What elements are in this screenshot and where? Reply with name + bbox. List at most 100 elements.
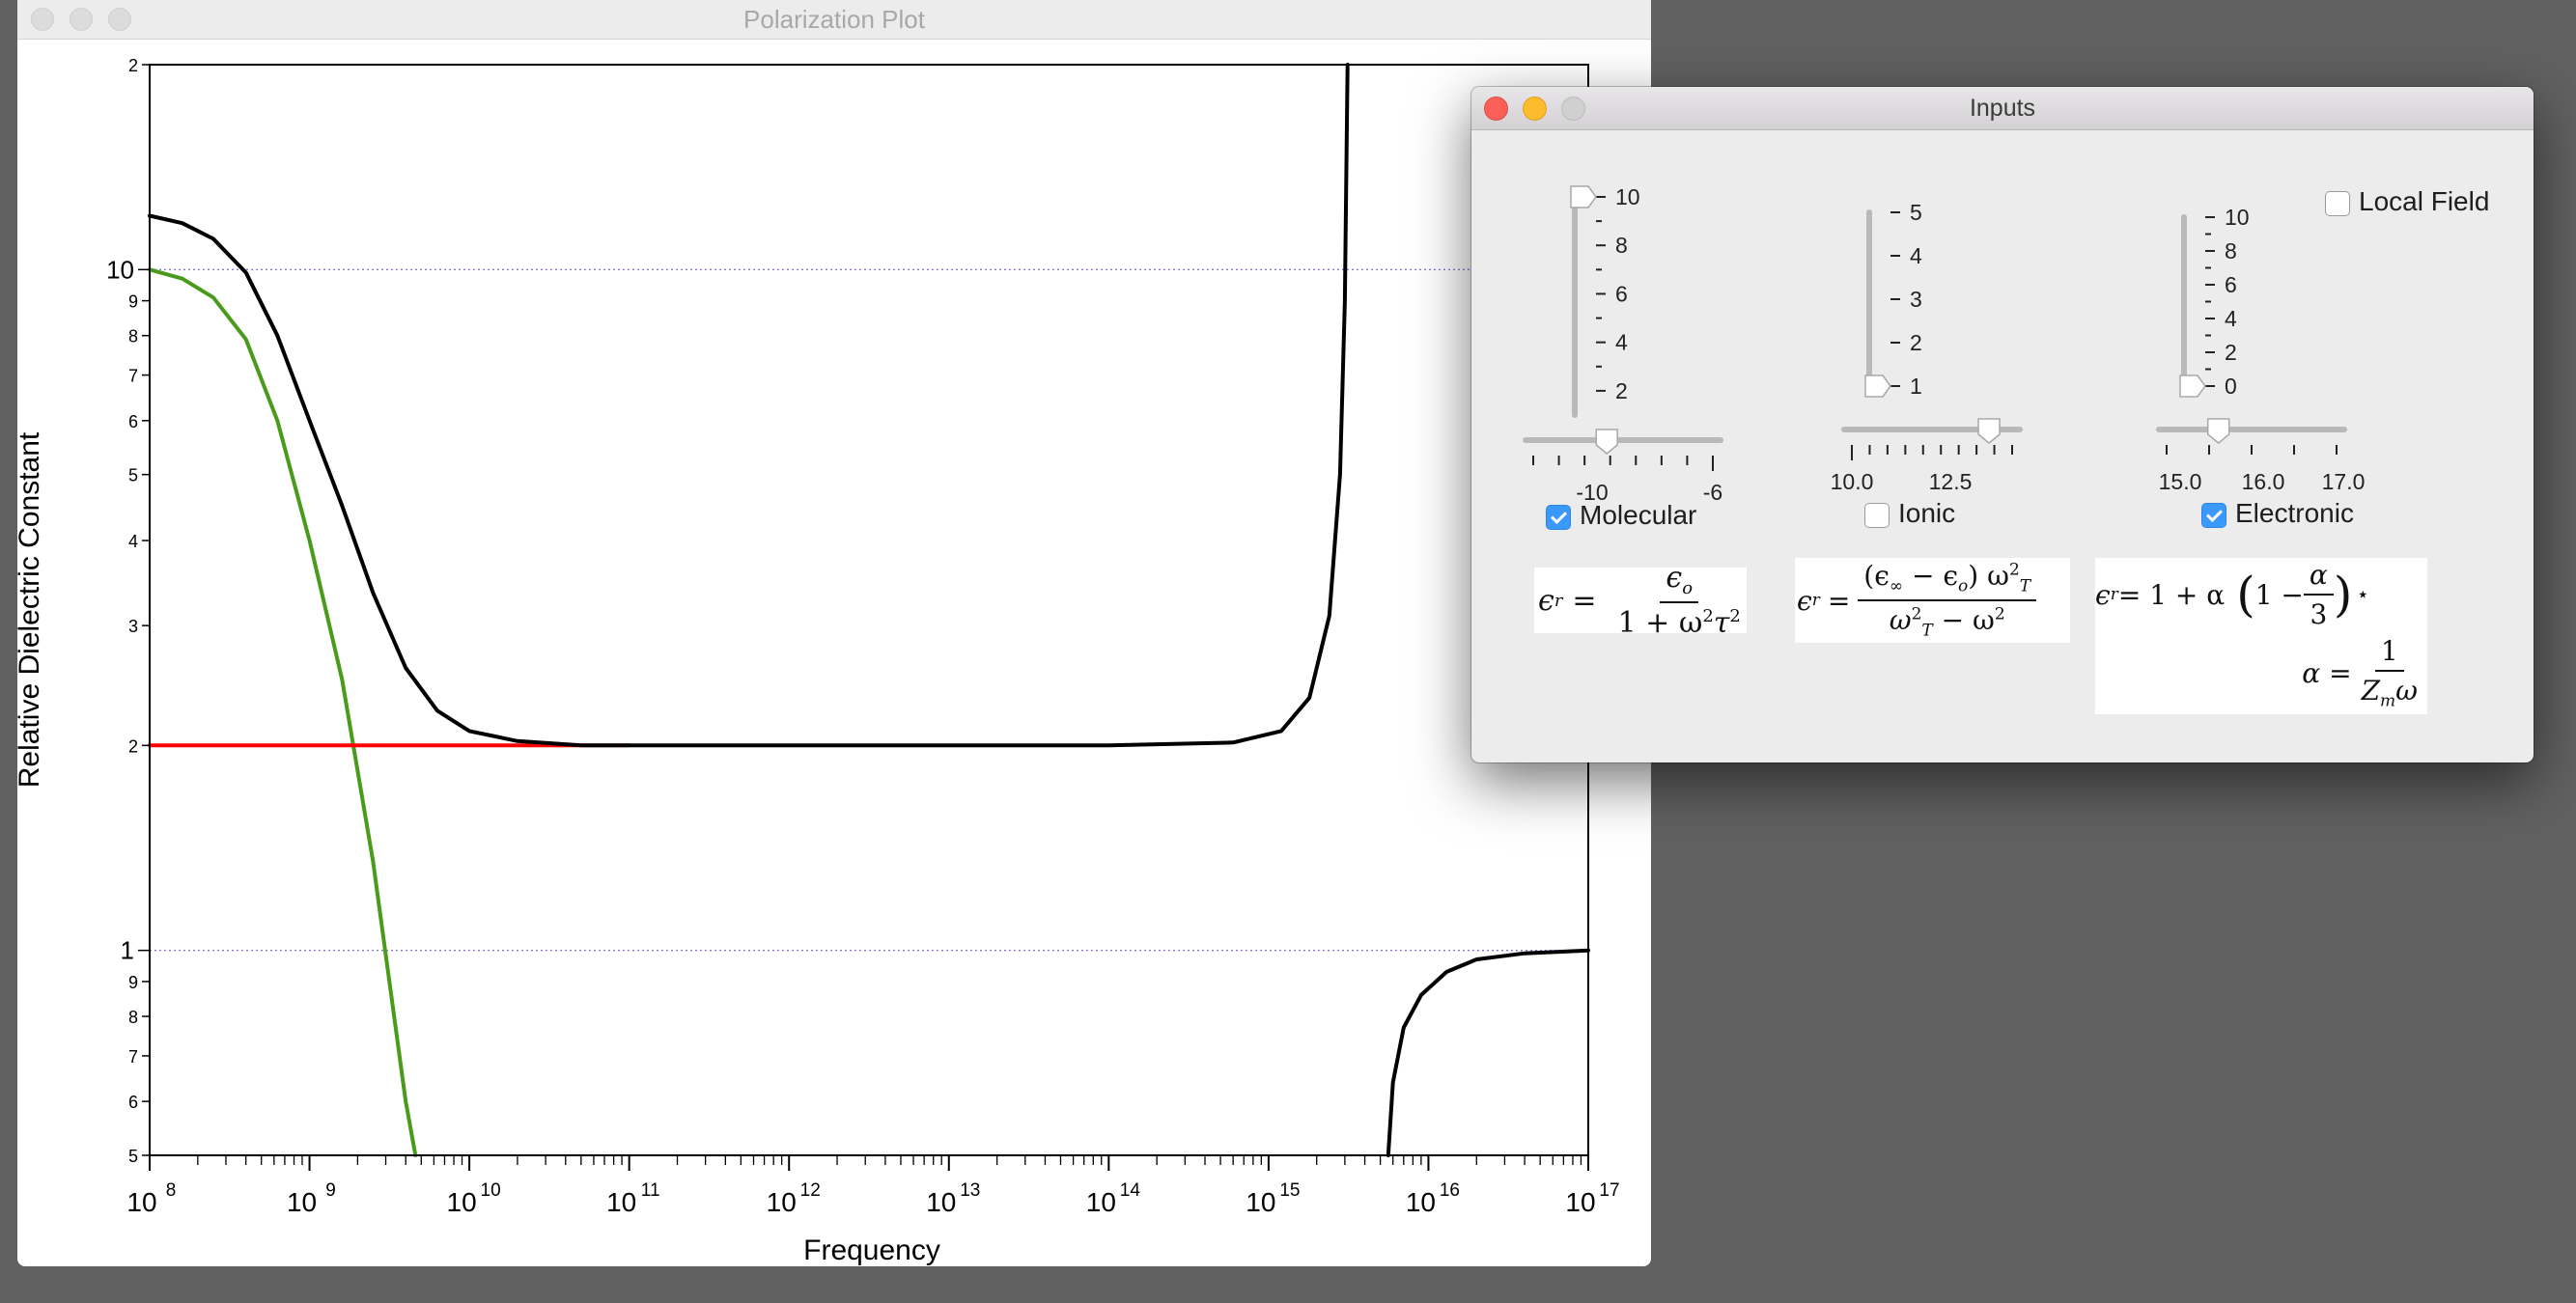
- plot-frame: [149, 64, 1589, 1156]
- eq-term: 1: [2374, 635, 2404, 672]
- molecular-vslider-tick-label: 2: [1615, 378, 1628, 403]
- ionic-vslider-tick-label: 2: [1910, 330, 1922, 355]
- ionic-vslider-knob[interactable]: [1864, 374, 1891, 398]
- eq-term: o: [1682, 578, 1694, 598]
- eq-term: ω: [1889, 604, 1912, 636]
- eq-term: r: [1554, 590, 1563, 611]
- electronic-hslider-tick-label: 16.0: [2242, 469, 2285, 494]
- ionic-hslider-knob[interactable]: [1977, 418, 2001, 444]
- eq-fraction: 1 Zmω: [2356, 635, 2423, 711]
- ionic-vslider-tick-label: 5: [1910, 200, 1922, 225]
- y-tick-label: 6: [128, 1093, 138, 1112]
- eq-term: τ: [1713, 606, 1730, 640]
- x-tick-exponent: 16: [1440, 1180, 1460, 1201]
- y-tick-label: 5: [128, 466, 138, 485]
- molecular-hslider-tick-label: -6: [1703, 480, 1722, 505]
- eq-term: 1 −: [2254, 578, 2304, 611]
- series-line: [148, 267, 418, 1157]
- eq-term: ϵ: [1538, 583, 1554, 618]
- molecular-hslider-knob[interactable]: [1595, 429, 1618, 455]
- local-field-checkbox[interactable]: [2325, 191, 2350, 216]
- eq-fraction: (ϵ∞ − ϵo) ω2T ω2T − ω2: [1858, 560, 2037, 641]
- electronic-vslider-tick-label: 2: [2225, 340, 2237, 365]
- x-tick-exponent: 10: [481, 1180, 501, 1201]
- series-line: [1386, 948, 1590, 1157]
- y-tick-label: 7: [128, 1047, 138, 1067]
- eq-term: =: [1827, 584, 1851, 617]
- electronic-hslider-tick-label: 17.0: [2322, 469, 2366, 494]
- eq-term: r: [2110, 585, 2118, 604]
- y-tick-label: 7: [128, 367, 138, 386]
- electronic-vslider-tick-label: 4: [2225, 306, 2237, 331]
- molecular-equation: ϵr = ϵo 1 + ω2τ2: [1534, 561, 1747, 640]
- eq-term: 2: [1702, 606, 1714, 626]
- eq-fraction: ϵo 1 + ω2τ2: [1612, 561, 1747, 640]
- y-tick-label: 10: [106, 255, 134, 284]
- ionic-checkbox[interactable]: [1864, 503, 1890, 528]
- y-tick-label: 1: [121, 936, 134, 965]
- y-axis-label: Relative Dielectric Constant: [17, 431, 45, 788]
- polarization-plot-window: Polarization Plot 2 10 9 8 7 6 5 4 3 2 1 9 8 7 6 5 10 8 10…: [17, 0, 1651, 1266]
- molecular-vslider-tick-label: 6: [1615, 281, 1628, 306]
- electronic-label: Electronic: [2235, 498, 2354, 528]
- electronic-hslider-tick-label: 15.0: [2159, 469, 2202, 494]
- eq-term: (ϵ: [1863, 560, 1890, 593]
- y-tick-label: 8: [128, 1008, 138, 1027]
- y-tick-label: 2: [128, 736, 138, 756]
- ionic-equation: ϵr = (ϵ∞ − ϵo) ω2T ω2T − ω2: [1795, 558, 2070, 643]
- electronic-hslider-knob[interactable]: [2206, 418, 2230, 444]
- eq-term: Z: [2361, 674, 2381, 707]
- y-tick-label: 5: [128, 1147, 138, 1166]
- x-tick-label: 10: [126, 1187, 156, 1217]
- eq-term: ϵ: [1666, 561, 1683, 595]
- ionic-hslider-tick-label: 10.0: [1831, 469, 1874, 494]
- molecular-label: Molecular: [1580, 500, 1697, 530]
- molecular-vslider-tick-label: 10: [1615, 184, 1640, 209]
- x-tick-exponent: 13: [960, 1180, 980, 1201]
- eq-term: − ω: [1932, 604, 1995, 636]
- molecular-vslider-knob[interactable]: [1570, 185, 1597, 208]
- eq-term: α: [2303, 559, 2334, 596]
- x-tick-label: 10: [1086, 1187, 1116, 1217]
- inputs-window: Inputs 10 8 6 4 2 -10 -6 5 4 3 2 1 10.0 12.5 10 8 6 4 2 0 15…: [1471, 87, 2534, 762]
- y-tick-label: 8: [128, 327, 138, 347]
- eq-term: 1 + ω: [1617, 606, 1703, 640]
- eq-term: − ϵ: [1903, 560, 1959, 593]
- ionic-hslider-tick-label: 12.5: [1929, 469, 1973, 494]
- y-tick-label: 9: [128, 292, 138, 312]
- y-tick-label: 4: [128, 532, 138, 551]
- molecular-vslider-tick-label: 8: [1615, 233, 1628, 258]
- ionic-vslider-tick-label: 3: [1910, 287, 1922, 312]
- electronic-checkbox[interactable]: [2201, 503, 2226, 528]
- ionic-label: Ionic: [1898, 498, 1956, 528]
- eq-term: ϵ: [1797, 584, 1812, 617]
- x-tick-label: 10: [447, 1187, 477, 1217]
- eq-term: = 1 + α: [2117, 578, 2226, 611]
- ionic-vslider-tick-label: 4: [1910, 243, 1922, 268]
- y-tick-label: 2: [128, 56, 138, 75]
- x-tick-label: 10: [1406, 1187, 1436, 1217]
- eq-term: T: [1921, 621, 1933, 641]
- eq-term: =: [1572, 583, 1597, 618]
- x-tick-exponent: 12: [800, 1180, 821, 1201]
- ionic-vslider-tick-label: 1: [1910, 374, 1922, 399]
- eq-term: α =: [2302, 656, 2352, 689]
- x-tick-label: 10: [287, 1187, 317, 1217]
- x-tick-label: 10: [1246, 1187, 1275, 1217]
- electronic-vslider-tick-label: 0: [2225, 374, 2237, 399]
- eq-term: ω: [2395, 674, 2418, 707]
- electronic-vslider-knob[interactable]: [2179, 374, 2206, 398]
- x-tick-label: 10: [767, 1187, 797, 1217]
- eq-term: ): [2333, 567, 2353, 623]
- inputs-window-titlebar[interactable]: Inputs: [1471, 87, 2534, 130]
- molecular-checkbox[interactable]: [1546, 505, 1571, 530]
- eq-term: T: [2019, 577, 2031, 596]
- eq-term: m: [2380, 691, 2396, 711]
- electronic-vslider-tick-label: 6: [2225, 272, 2237, 297]
- eq-term: 3: [2310, 598, 2328, 630]
- eq-term: ) ω: [1968, 560, 2009, 593]
- eq-term: 2: [2008, 561, 2020, 581]
- eq-term: o: [1958, 577, 1969, 596]
- x-tick-label: 10: [926, 1187, 956, 1217]
- x-tick-exponent: 11: [641, 1180, 660, 1201]
